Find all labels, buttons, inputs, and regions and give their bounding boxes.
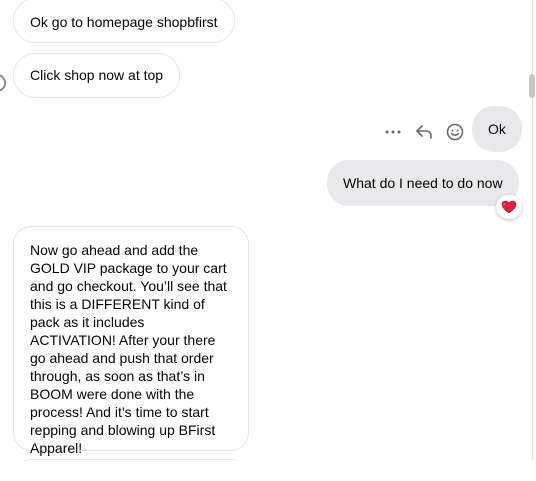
scrollbar-thumb[interactable] — [529, 74, 535, 98]
outgoing-message[interactable]: What do I need to do now — [327, 160, 519, 206]
incoming-message[interactable]: Click shop now at top — [13, 53, 181, 98]
smiley-face-icon[interactable] — [443, 119, 467, 145]
more-horizontal-icon[interactable] — [381, 119, 405, 145]
heart-icon — [501, 200, 517, 214]
scrollbar-track — [532, 0, 533, 460]
message-actions — [381, 119, 467, 145]
reply-arrow-icon[interactable] — [412, 119, 436, 145]
incoming-message[interactable]: Ok go to homepage shopbfirst — [13, 0, 235, 43]
incoming-message[interactable]: Now go ahead and add the GOLD VIP packag… — [13, 226, 249, 456]
outgoing-message[interactable]: Ok — [472, 106, 522, 152]
message-reaction[interactable] — [496, 195, 522, 219]
sender-avatar[interactable] — [0, 74, 6, 92]
scrollbar[interactable] — [528, 0, 536, 460]
chat-thread: Ok go to homepage shopbfirst Click shop … — [0, 0, 536, 481]
composer-area — [0, 461, 536, 481]
